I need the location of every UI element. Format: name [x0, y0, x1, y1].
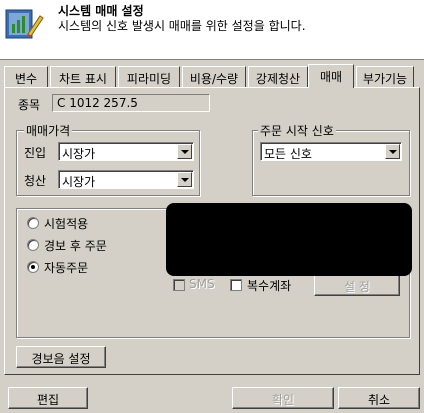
order-signal-select[interactable]: 모든 신호: [260, 142, 402, 161]
symbol-field: C 1012 257.5: [52, 94, 210, 112]
exit-price-select[interactable]: 시장가: [58, 170, 194, 189]
tab-bar: 변수 차트 표시 피라미딩 비용/수량 강제청산 매매 부가기능: [4, 64, 420, 88]
radio-test-apply[interactable]: [27, 217, 39, 229]
multi-account-label: 복수계좌: [247, 279, 292, 293]
tab-additional[interactable]: 부가기능: [356, 66, 414, 87]
order-signal-value: 모든 신호: [264, 147, 312, 161]
sms-checkbox[interactable]: [173, 279, 185, 291]
alert-sound-button[interactable]: 경보음 설정: [16, 346, 106, 368]
redacted-region: [166, 203, 412, 276]
order-signal-group: [252, 130, 410, 196]
tab-variables[interactable]: 변수: [4, 66, 48, 87]
chevron-down-icon[interactable]: [177, 172, 192, 187]
radio-test-apply-label: 시험적용: [44, 217, 89, 231]
exit-label: 청산: [24, 174, 47, 188]
radio-auto-order-label: 자동주문: [44, 261, 89, 275]
radio-auto-order[interactable]: [27, 261, 39, 273]
entry-price-value: 시장가: [62, 147, 96, 161]
settings-button[interactable]: 설 정: [314, 274, 400, 296]
chevron-down-icon[interactable]: [385, 144, 400, 159]
sms-label: SMS: [189, 277, 215, 291]
cancel-button[interactable]: 취소: [338, 387, 420, 409]
price-group-title: 매매가격: [24, 122, 73, 139]
chart-pencil-icon: [5, 9, 44, 39]
tab-chart-display[interactable]: 차트 표시: [50, 66, 116, 87]
tab-trading[interactable]: 매매: [308, 64, 354, 88]
entry-price-select[interactable]: 시장가: [58, 142, 194, 161]
edit-button[interactable]: 편집: [8, 387, 88, 409]
multi-account-checkbox[interactable]: [230, 279, 242, 291]
radio-alert-then-order[interactable]: [27, 239, 39, 251]
radio-alert-then-order-label: 경보 후 주문: [44, 239, 107, 253]
order-signal-title: 주문 시작 신호: [258, 122, 336, 139]
confirm-button[interactable]: 확인: [232, 387, 334, 409]
entry-label: 진입: [24, 146, 47, 160]
exit-price-value: 시장가: [62, 175, 96, 189]
tab-cost-quantity[interactable]: 비용/수량: [182, 66, 246, 87]
chevron-down-icon[interactable]: [177, 144, 192, 159]
symbol-label: 종목: [18, 98, 41, 112]
tab-forced-liquidation[interactable]: 강제청산: [248, 66, 308, 87]
tab-pyramiding[interactable]: 피라미딩: [118, 66, 180, 87]
dialog-header: 시스템 매매 설정 시스템의 신호 발생시 매매를 위한 설정을 합니다.: [0, 0, 424, 60]
dialog-subtitle: 시스템의 신호 발생시 매매를 위한 설정을 합니다.: [58, 19, 306, 33]
